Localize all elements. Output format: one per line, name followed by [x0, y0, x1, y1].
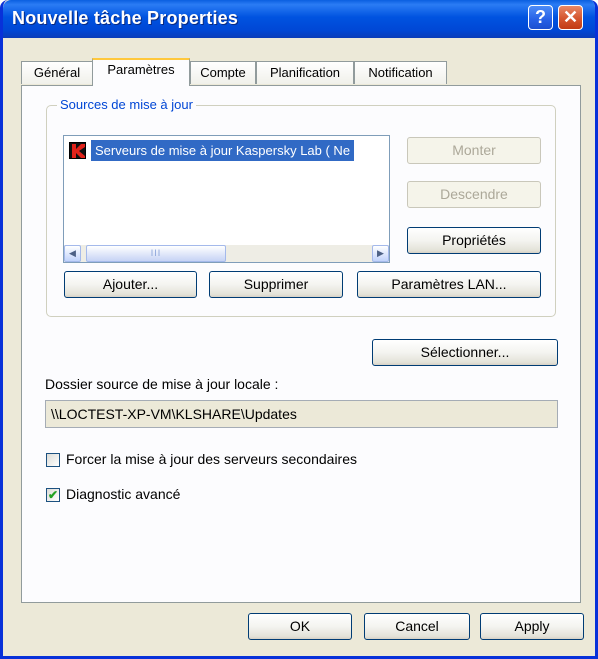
remove-button[interactable]: Supprimer [209, 271, 343, 298]
help-button[interactable]: ? [528, 5, 553, 30]
advanced-diagnostics-label[interactable]: Diagnostic avancé [66, 486, 180, 502]
list-item-label: Serveurs de mise à jour Kaspersky Lab ( … [91, 140, 355, 161]
tab-panel-parametres: Sources de mise à jour Serveurs de mise … [21, 85, 581, 603]
help-icon: ? [535, 7, 546, 27]
checkmark-icon: ✔ [47, 488, 59, 502]
list-item[interactable]: Serveurs de mise à jour Kaspersky Lab ( … [65, 140, 388, 161]
local-source-label: Dossier source de mise à jour locale : [45, 376, 279, 392]
close-button[interactable]: ✕ [558, 5, 583, 30]
update-sources-group: Sources de mise à jour Serveurs de mise … [46, 97, 556, 317]
force-secondary-checkbox[interactable] [46, 453, 60, 467]
window-title: Nouvelle tâche Properties [12, 8, 239, 28]
move-up-button[interactable]: Monter [407, 137, 541, 164]
scroll-right-button[interactable]: ▶ [372, 245, 389, 262]
cancel-button[interactable]: Cancel [364, 613, 470, 640]
force-secondary-label[interactable]: Forcer la mise à jour des serveurs secon… [66, 451, 357, 467]
scroll-left-button[interactable]: ◀ [64, 245, 81, 262]
close-icon: ✕ [562, 7, 579, 27]
scroll-thumb[interactable]: III [86, 245, 226, 262]
update-sources-label: Sources de mise à jour [57, 97, 196, 112]
title-bar[interactable]: Nouvelle tâche Properties ? ✕ [3, 0, 595, 38]
scroll-left-icon: ◀ [69, 248, 76, 258]
add-button[interactable]: Ajouter... [64, 271, 197, 298]
scroll-right-icon: ▶ [377, 248, 384, 258]
move-down-button[interactable]: Descendre [407, 181, 541, 208]
tab-planification[interactable]: Planification [256, 61, 354, 84]
advanced-diagnostics-checkbox[interactable]: ✔ [46, 488, 60, 502]
update-sources-list[interactable]: Serveurs de mise à jour Kaspersky Lab ( … [63, 135, 390, 263]
ok-button[interactable]: OK [248, 613, 352, 640]
select-folder-button[interactable]: Sélectionner... [372, 339, 558, 366]
apply-button[interactable]: Apply [480, 613, 584, 640]
tab-compte[interactable]: Compte [190, 61, 256, 84]
scroll-grip-icon: III [150, 248, 162, 258]
kaspersky-k-icon [69, 142, 86, 159]
horizontal-scrollbar[interactable]: ◀ III ▶ [64, 245, 389, 262]
tab-parametres[interactable]: Paramètres [92, 58, 190, 86]
tab-notification[interactable]: Notification [354, 61, 447, 84]
lan-settings-button[interactable]: Paramètres LAN... [357, 271, 541, 298]
properties-button[interactable]: Propriétés [407, 227, 541, 254]
local-source-path-field[interactable]: \\LOCTEST-XP-VM\KLSHARE\Updates [45, 400, 558, 428]
properties-dialog: Nouvelle tâche Properties ? ✕ Général Pa… [0, 0, 598, 659]
tab-general[interactable]: Général [21, 61, 93, 84]
